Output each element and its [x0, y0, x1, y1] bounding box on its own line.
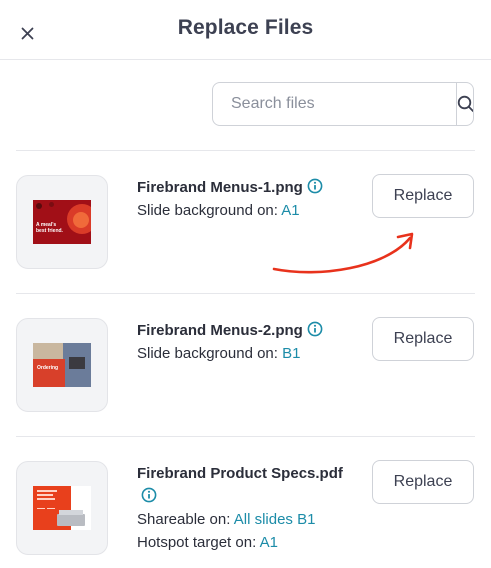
slide-link[interactable]: All slides — [234, 511, 293, 528]
usage-label: Slide background on: — [137, 345, 278, 362]
usage-line: Slide background on: B1 — [137, 342, 352, 365]
file-thumbnail-card: Ordering — [16, 318, 108, 412]
divider — [16, 293, 475, 294]
replace-button[interactable]: Replace — [372, 317, 474, 361]
file-name-text: Firebrand Menus-2.png — [137, 322, 303, 339]
usage-line: Slide background on: A1 — [137, 199, 352, 222]
slide-link[interactable]: A1 — [281, 202, 299, 219]
annotation-arrow-icon — [272, 232, 414, 274]
info-icon[interactable] — [141, 487, 157, 503]
slide-link[interactable]: B1 — [282, 345, 300, 362]
file-name: Firebrand Menus-1.png — [137, 176, 352, 199]
file-thumbnail-card: A meal's best friend. — [16, 175, 108, 269]
file-name: Firebrand Product Specs.pdf — [137, 462, 352, 508]
slide-link[interactable]: A1 — [260, 534, 278, 551]
thumbnail-caption: best friend. — [36, 228, 63, 234]
file-thumbnail: A meal's best friend. — [33, 200, 91, 244]
file-name: Firebrand Menus-2.png — [137, 319, 352, 342]
divider — [16, 150, 475, 151]
file-info: Firebrand Product Specs.pdf Shareable on… — [137, 462, 352, 554]
usage-line: Shareable on: All slides B1 — [137, 508, 352, 531]
replace-files-panel: Replace Files A meal's best friend. — [0, 0, 491, 568]
usage-line: Hotspot target on: A1 — [137, 531, 352, 554]
info-icon[interactable] — [307, 178, 323, 194]
file-thumbnail — [33, 486, 91, 530]
search-button[interactable] — [456, 83, 473, 125]
file-thumbnail: Ordering — [33, 343, 91, 387]
replace-button[interactable]: Replace — [372, 174, 474, 218]
file-info: Firebrand Menus-1.png Slide background o… — [137, 176, 352, 222]
file-name-text: Firebrand Menus-1.png — [137, 179, 303, 196]
file-info: Firebrand Menus-2.png Slide background o… — [137, 319, 352, 365]
divider — [16, 436, 475, 437]
file-thumbnail-card — [16, 461, 108, 555]
info-icon[interactable] — [307, 321, 323, 337]
file-name-text: Firebrand Product Specs.pdf — [137, 465, 343, 482]
slide-link[interactable]: B1 — [297, 511, 315, 528]
panel-header: Replace Files — [0, 0, 491, 60]
replace-button[interactable]: Replace — [372, 460, 474, 504]
search-input[interactable] — [213, 83, 456, 125]
search-icon — [457, 95, 473, 113]
usage-label: Hotspot target on: — [137, 534, 257, 551]
usage-label: Shareable on: — [137, 511, 231, 528]
page-title: Replace Files — [177, 16, 314, 39]
thumbnail-caption: Ordering — [37, 365, 59, 371]
search-box — [212, 82, 474, 126]
usage-label: Slide background on: — [137, 202, 278, 219]
